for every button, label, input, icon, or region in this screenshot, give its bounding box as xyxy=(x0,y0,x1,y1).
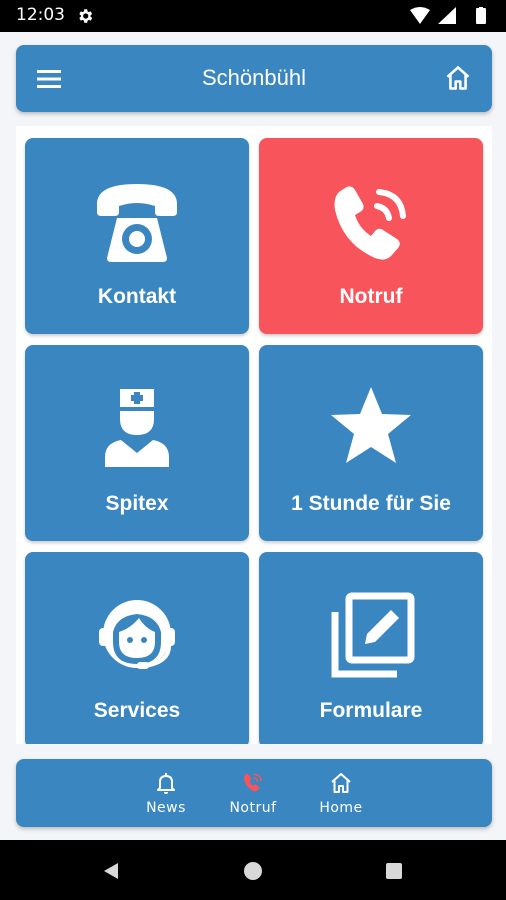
nurse-icon xyxy=(105,389,169,467)
tile-services[interactable]: Services xyxy=(25,552,249,744)
star-icon xyxy=(331,387,411,463)
tile-kontakt[interactable]: Kontakt xyxy=(25,138,249,334)
tile-label: Services xyxy=(93,699,181,722)
tile-spitex[interactable]: Spitex xyxy=(25,345,249,541)
edit-form-icon xyxy=(331,592,415,678)
app-bar: Schönbühl xyxy=(16,45,492,112)
tile-notruf[interactable]: Notruf xyxy=(259,138,483,334)
tile-formulare[interactable]: Formulare xyxy=(259,552,483,744)
nav-notruf[interactable]: Notruf xyxy=(218,759,288,827)
home-icon xyxy=(331,773,351,793)
nav-label: News xyxy=(146,800,186,816)
bottom-navigation: News Notruf Home xyxy=(16,759,492,827)
tile-label: Notruf xyxy=(339,285,403,308)
phone-ringing-icon xyxy=(243,773,262,792)
status-icons xyxy=(410,7,486,24)
system-navigation-bar xyxy=(0,840,506,900)
status-bar: 12:03 xyxy=(0,0,506,32)
tile-label: Kontakt xyxy=(97,285,177,308)
battery-icon xyxy=(476,8,486,24)
telephone-icon xyxy=(97,184,177,262)
bell-icon xyxy=(157,773,175,794)
status-time: 12:03 xyxy=(16,5,65,25)
nav-label: Home xyxy=(319,800,363,816)
tile-label: Formulare xyxy=(319,699,423,722)
signal-icon xyxy=(438,7,456,24)
home-icon[interactable] xyxy=(444,64,472,92)
tile-label: Spitex xyxy=(105,492,169,515)
phone-ringing-icon xyxy=(334,186,406,260)
nav-label: Notruf xyxy=(229,800,277,816)
nav-home[interactable]: Home xyxy=(306,759,376,827)
headset-agent-icon xyxy=(99,600,175,669)
nav-news[interactable]: News xyxy=(131,759,201,827)
page-title: Schönbühl xyxy=(202,65,306,90)
back-icon[interactable] xyxy=(100,860,122,882)
tile-grid: Kontakt Notruf Spitex 1 Stunde für Sie S… xyxy=(16,126,492,744)
tile-stunde[interactable]: 1 Stunde für Sie xyxy=(259,345,483,541)
recents-icon[interactable] xyxy=(383,860,405,882)
wifi-icon xyxy=(410,7,430,24)
tile-label: 1 Stunde für Sie xyxy=(291,492,451,515)
home-circle-icon[interactable] xyxy=(242,860,264,882)
settings-gear-icon xyxy=(79,9,93,23)
